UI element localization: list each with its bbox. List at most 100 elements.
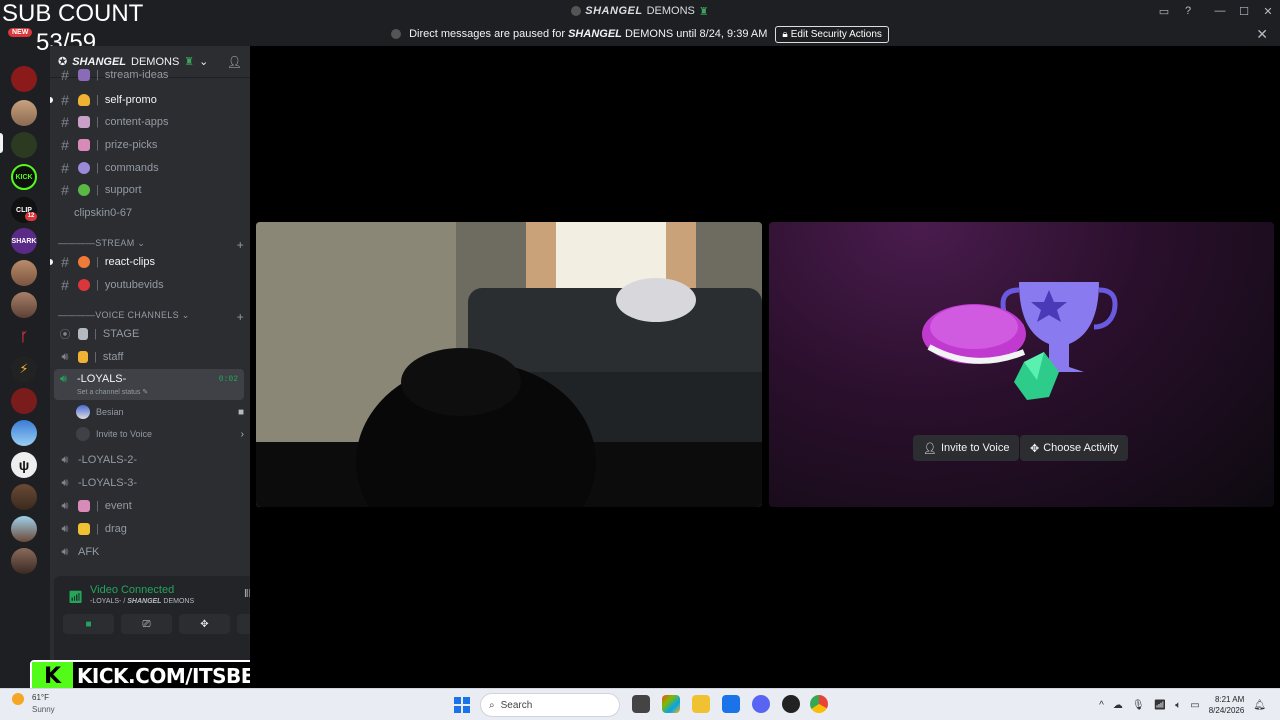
bell-icon: [78, 94, 90, 106]
invite-to-voice-button[interactable]: 👤︎ Invite to Voice: [913, 435, 1020, 461]
store-icon[interactable]: [722, 695, 740, 713]
signal-icon[interactable]: 📶︎: [68, 590, 83, 604]
volume-icon[interactable]: 🔈︎: [1175, 700, 1181, 711]
separator: |: [96, 94, 99, 106]
copilot-icon[interactable]: [662, 695, 680, 713]
channel-support[interactable]: # | support: [54, 180, 244, 200]
channel-commands[interactable]: # | commands: [54, 158, 244, 178]
server-icon-red-2[interactable]: [11, 388, 37, 414]
channel-status[interactable]: Set a channel status ✎: [77, 388, 148, 396]
category-label: ————STREAM: [58, 238, 135, 248]
server-icon-white-logo[interactable]: ψ: [11, 452, 37, 478]
channel-self-promo[interactable]: # | self-promo: [50, 90, 244, 110]
channel-stage[interactable]: ⦿ | STAGE: [54, 324, 244, 344]
channel-label: youtubevids: [104, 279, 164, 291]
discord-icon[interactable]: [752, 695, 770, 713]
add-channel-icon[interactable]: +: [237, 310, 244, 324]
wifi-icon[interactable]: 📶︎: [1154, 700, 1167, 711]
channel-event[interactable]: 🔊︎ | event: [54, 496, 244, 516]
server-icon-avatar-4[interactable]: [11, 484, 37, 510]
video-tile-camera[interactable]: [256, 222, 762, 507]
separator: |: [94, 351, 97, 363]
separator: |: [96, 69, 99, 81]
add-channel-icon[interactable]: +: [237, 238, 244, 252]
battery-icon[interactable]: ▭: [1190, 700, 1199, 711]
subtitle-prefix: -LOYALS- /: [90, 598, 126, 605]
voice-user-besian[interactable]: Besian ■: [76, 402, 244, 422]
category-stream[interactable]: ————STREAM ⌄ +: [58, 238, 244, 252]
separator: |: [96, 500, 99, 512]
lock-icon: 🔒︎: [782, 28, 788, 40]
invite-to-voice-row[interactable]: Invite to Voice ›: [76, 424, 244, 444]
choose-activity-button[interactable]: ✥ Choose Activity: [1020, 435, 1129, 461]
channel-react-clips[interactable]: # | react-clips: [50, 252, 244, 272]
cloud-icon[interactable]: ☁︎: [1113, 700, 1123, 711]
soundboard-button[interactable]: ✺: [237, 614, 250, 634]
clover-icon: [78, 184, 90, 196]
category-voice[interactable]: ————VOICE CHANNELS ⌄ +: [58, 310, 244, 324]
channel-stream-ideas[interactable]: # | stream-ideas: [54, 68, 244, 82]
voice-channel-loyals-active[interactable]: 🔊︎ -LOYALS- 0:02 Set a channel status ✎: [54, 369, 244, 400]
start-button[interactable]: [454, 697, 470, 713]
channel-youtubevids[interactable]: # | youtubevids: [54, 275, 244, 295]
close-window-button[interactable]: ✕: [1256, 5, 1280, 18]
screen-share-button[interactable]: ⎚: [121, 614, 172, 634]
speaker-icon: 🔊︎: [61, 350, 69, 363]
separator: |: [96, 279, 99, 291]
server-icon-avatar-6[interactable]: [11, 548, 37, 574]
channel-label: support: [104, 184, 142, 196]
channel-loyals-3[interactable]: 🔊︎ -LOYALS-3-: [54, 473, 244, 493]
server-icon-kick[interactable]: KICK: [11, 164, 37, 190]
channel-drag[interactable]: 🔊︎ | drag: [54, 519, 244, 539]
server-icon-shark[interactable]: SHARK: [11, 228, 37, 254]
channel-staff[interactable]: 🔊︎ | staff: [54, 347, 244, 367]
obs-icon[interactable]: [782, 695, 800, 713]
weather-widget[interactable]: 61°F Sunny: [12, 693, 55, 714]
clock[interactable]: 8:21 AM 8/24/2026: [1209, 694, 1245, 716]
channel-clipskin[interactable]: clipskin0-67: [70, 203, 250, 223]
mention-badge: 12: [25, 212, 37, 221]
server-icon-red-demon[interactable]: [11, 66, 37, 92]
separator: |: [96, 523, 99, 535]
server-mini-icon: [391, 29, 402, 39]
server-icon-shangel[interactable]: [11, 132, 37, 158]
speaker-icon: 🔊︎: [61, 476, 69, 489]
pencil-icon: ✎: [142, 389, 149, 396]
mic-icon[interactable]: 🎙︎: [1132, 700, 1145, 711]
notice-server-rest: DEMONS: [624, 28, 674, 40]
add-member-icon[interactable]: 👤︎: [227, 55, 242, 69]
close-icon[interactable]: ✕: [1256, 26, 1268, 43]
channel-loyals-2[interactable]: 🔊︎ -LOYALS-2-: [54, 450, 244, 470]
inbox-icon[interactable]: ▭: [1152, 5, 1176, 18]
file-explorer-icon[interactable]: [692, 695, 710, 713]
channel-label: -LOYALS-3-: [78, 477, 138, 489]
server-icon-avatar-1[interactable]: [11, 100, 37, 126]
chevron-up-icon[interactable]: ^: [1099, 700, 1104, 711]
subtitle-bold: SHANGEL: [127, 598, 162, 605]
server-icon-avatar-5[interactable]: [11, 516, 37, 542]
speaker-icon: 🔊︎: [61, 522, 69, 535]
server-icon-avatar-2[interactable]: [11, 260, 37, 286]
server-icon-avatar-3[interactable]: [11, 292, 37, 318]
notice-server-bold: SHANGEL: [568, 28, 622, 40]
server-icon-red-mark[interactable]: ᚴ: [11, 324, 37, 350]
task-view-icon[interactable]: [632, 695, 650, 713]
channel-content-apps[interactable]: # | content-apps: [54, 112, 244, 132]
server-icon-blue[interactable]: [11, 420, 37, 446]
channel-afk[interactable]: 🔊︎ AFK: [54, 542, 244, 562]
minimize-button[interactable]: —: [1208, 5, 1232, 17]
statue-icon: ♜: [698, 5, 709, 18]
server-icon-gold-logo[interactable]: ⚡︎: [11, 356, 37, 382]
maximize-button[interactable]: ☐: [1232, 5, 1256, 18]
help-icon[interactable]: ?: [1176, 5, 1200, 17]
chrome-icon[interactable]: [810, 695, 828, 713]
guild-name-bold: SHANGEL: [72, 55, 126, 68]
notification-icon[interactable]: 🔔︎: [1253, 700, 1266, 711]
chevron-down-icon: ⌄: [199, 56, 209, 68]
camera-button[interactable]: ■: [63, 614, 114, 634]
edit-security-actions-button[interactable]: 🔒︎ Edit Security Actions: [775, 25, 889, 43]
taskbar-search[interactable]: ⌕ Search: [480, 693, 620, 717]
voice-connected-subtitle[interactable]: -LOYALS- / SHANGEL DEMONS: [90, 598, 194, 605]
channel-prize-picks[interactable]: # | prize-picks: [54, 135, 244, 155]
activity-button[interactable]: ✥: [179, 614, 230, 634]
